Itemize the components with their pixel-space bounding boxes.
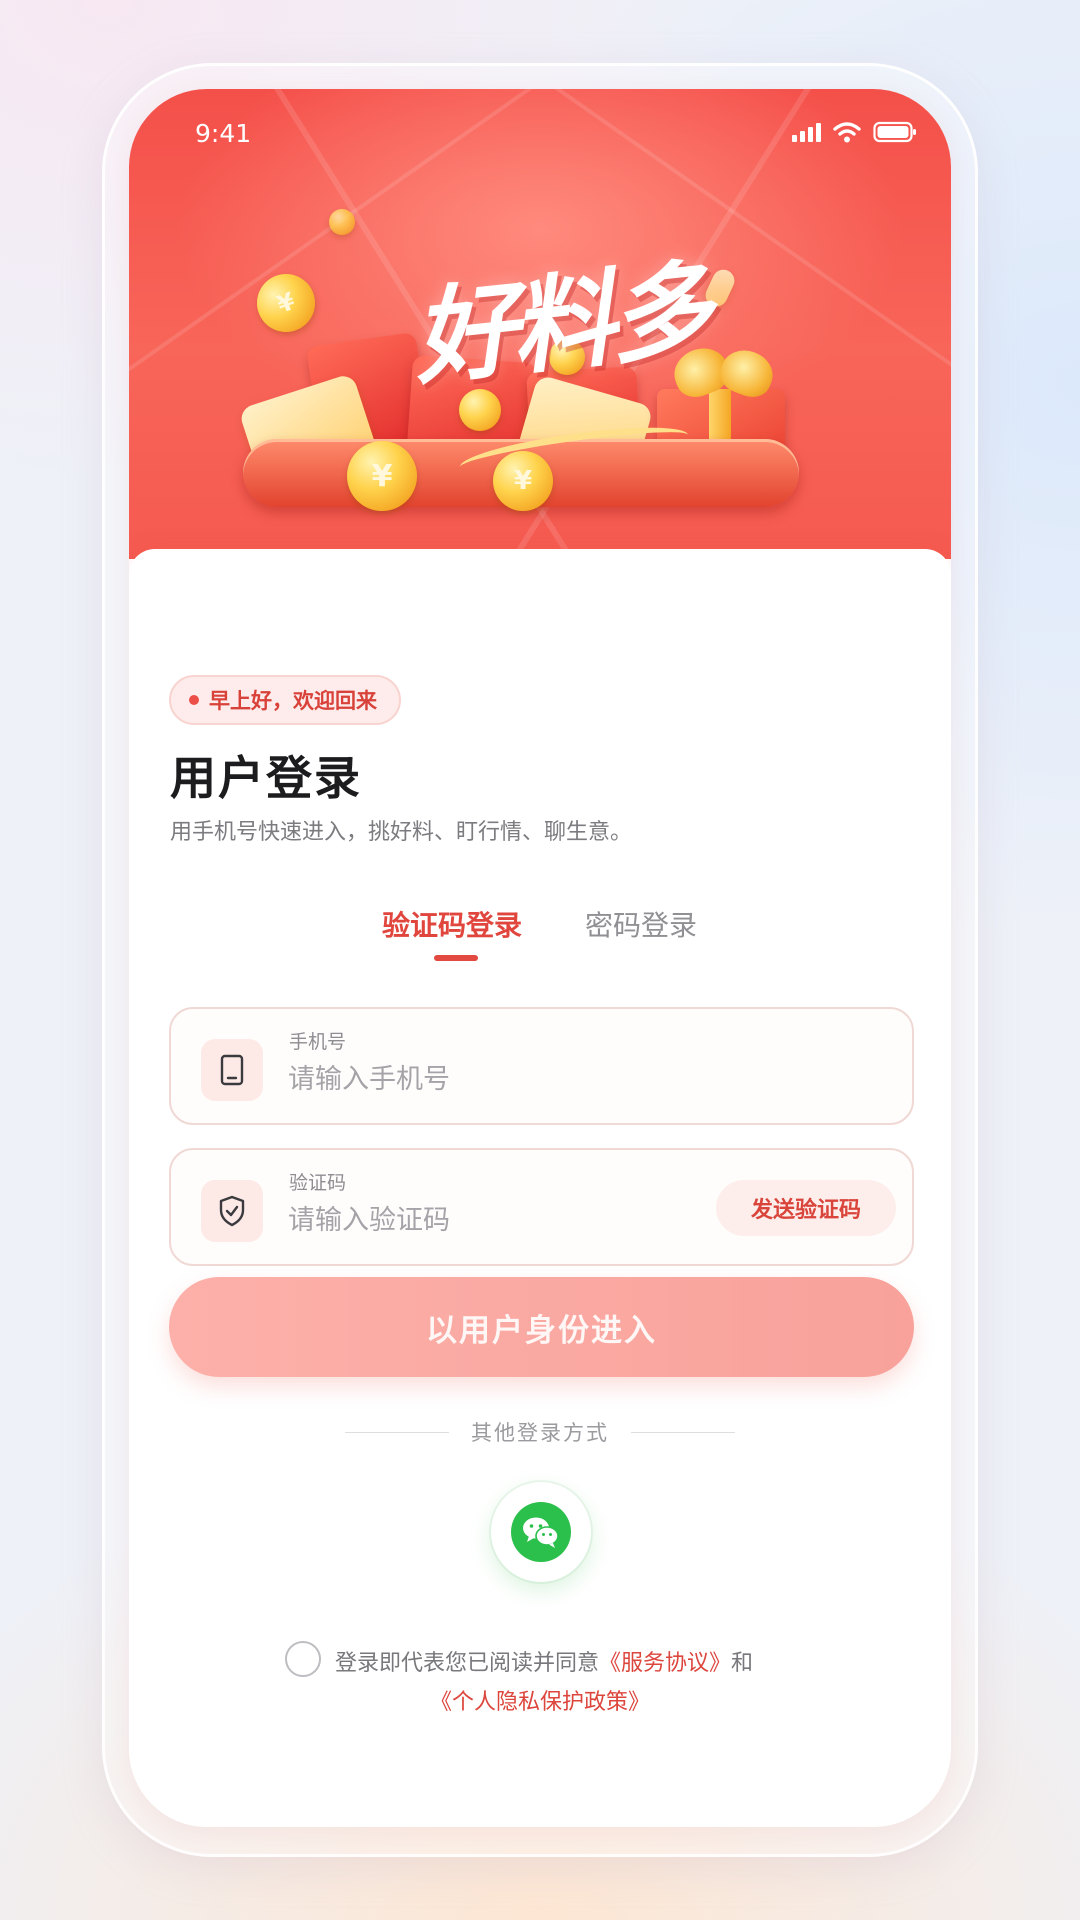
other-login-divider: 其他登录方式: [129, 1417, 951, 1447]
status-time: 9:41: [195, 119, 252, 148]
phone-field-label: 手机号: [289, 1031, 347, 1053]
gold-coin-icon: [329, 209, 355, 235]
service-agreement-link[interactable]: 《服务协议》: [599, 1651, 731, 1676]
battery-icon: [873, 121, 916, 143]
login-card: 早上好，欢迎回来 用户登录 用手机号快速进入，挑好料、盯行情、聊生意。 验证码登…: [129, 549, 951, 1827]
promo-banner: 9:41 ¥ ¥ ¥ 好料多: [129, 89, 951, 559]
wechat-login-button[interactable]: [491, 1482, 591, 1582]
page-subtitle: 用手机号快速进入，挑好料、盯行情、聊生意。: [170, 820, 633, 845]
code-field: 验证码 发送验证码: [169, 1148, 914, 1266]
phone-field: 手机号: [169, 1007, 914, 1125]
agreement-row-2: 《个人隐私保护政策》: [129, 1684, 951, 1716]
greeting-dot: [189, 695, 199, 705]
mobile-phone-icon: [201, 1039, 263, 1101]
phone-input[interactable]: [288, 1057, 708, 1101]
tab-code-login[interactable]: 验证码登录: [382, 904, 522, 944]
code-field-label: 验证码: [289, 1172, 347, 1194]
gold-coin-icon: ¥: [347, 441, 417, 511]
divider-line-right: [631, 1432, 735, 1433]
other-login-label: 其他登录方式: [471, 1421, 609, 1445]
status-icons: [792, 121, 917, 143]
login-submit-button[interactable]: 以用户身份进入: [169, 1277, 914, 1377]
wifi-icon: [833, 122, 861, 143]
shield-check-icon: [201, 1180, 263, 1242]
tab-password-login[interactable]: 密码登录: [585, 904, 697, 944]
privacy-policy-link[interactable]: 《个人隐私保护政策》: [430, 1690, 650, 1715]
agreement-conjunction: 和: [731, 1651, 754, 1676]
greeting-badge: 早上好，欢迎回来: [169, 675, 401, 725]
code-input[interactable]: [288, 1198, 708, 1242]
page-title: 用户登录: [170, 751, 362, 805]
signal-icon: [792, 122, 821, 142]
agreement-row: 登录即代表您已阅读并同意《服务协议》和: [285, 1639, 845, 1679]
login-tabs: 验证码登录 密码登录: [129, 904, 951, 974]
send-code-button[interactable]: 发送验证码: [716, 1180, 896, 1236]
wechat-icon: [511, 1502, 571, 1562]
agreement-prefix: 登录即代表您已阅读并同意: [335, 1651, 600, 1676]
agreement-text: 登录即代表您已阅读并同意《服务协议》和: [335, 1645, 753, 1677]
agreement-checkbox[interactable]: [285, 1641, 321, 1677]
phone-screen: 9:41 ¥ ¥ ¥ 好料多 早上好，欢迎回来 用户登录 用手机号快速进入，挑好…: [129, 89, 951, 1827]
greeting-text: 早上好，欢迎回来: [209, 689, 377, 713]
active-tab-indicator: [434, 955, 478, 961]
